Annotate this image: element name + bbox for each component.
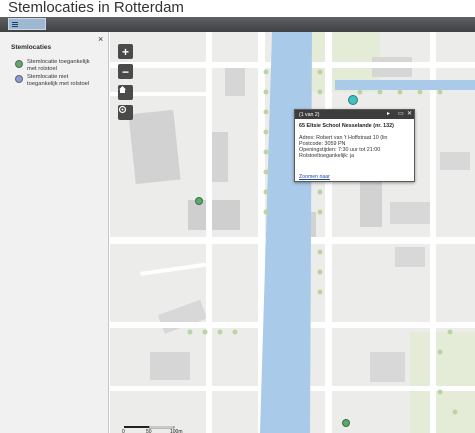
home-icon [119,86,126,93]
list-icon [12,21,18,27]
locate-icon [118,105,127,114]
scale-bar: 0 50 100m [122,426,194,433]
legend-panel: × Stemlocaties Stemlocatie toegankelijk … [0,32,109,433]
feature-popup: (1 van 2) ▸ ▭ ✕ 65 Eltsie School Nessela… [294,109,415,182]
locate-button[interactable] [118,105,133,120]
blue-dot-icon [15,75,23,83]
close-icon[interactable]: ✕ [407,110,412,119]
popup-counter: (1 van 2) [299,111,320,118]
legend-toggle-button[interactable] [8,18,46,30]
scale-label: 50 [146,429,152,433]
map-basemap [110,32,475,433]
scale-bar-ruler [124,426,175,429]
legend-title: Stemlocaties [11,44,52,51]
legend-item-label: Stemlocatie niet toegankelijk met rolsto… [27,74,90,87]
polling-station-marker[interactable] [342,419,350,427]
popup-accessibility: Rolstoeltoegankelijk: ja [299,153,355,159]
scale-label: 0 [122,429,125,433]
toolbar [0,17,475,32]
zoom-in-button[interactable]: + [118,44,133,59]
polling-station-marker[interactable] [195,197,203,205]
popup-header: (1 van 2) ▸ ▭ ✕ [295,110,414,119]
maximize-icon[interactable]: ▭ [398,110,404,119]
app-title: Stemlocaties in Rotterdam [8,0,184,16]
map-canvas[interactable]: + − (1 van 2) ▸ ▭ ✕ 65 Eltsie School Nes… [110,32,475,433]
scale-label: 100m [170,429,183,433]
legend-item-accessible: Stemlocatie toegankelijk met rolstoel [15,59,97,73]
selected-marker[interactable] [348,95,358,105]
next-feature-icon[interactable]: ▸ [387,110,390,119]
green-dot-icon [15,60,23,68]
popup-title: 65 Eltsie School Nesselande (nr. 132) [299,123,394,129]
zoom-to-link[interactable]: Zoomen naar [299,174,330,180]
legend-item-label: Stemlocatie toegankelijk met rolstoel [27,59,90,72]
zoom-out-button[interactable]: − [118,64,133,79]
close-icon[interactable]: × [98,35,103,44]
home-button[interactable] [118,85,133,100]
legend-item-not-accessible: Stemlocatie niet toegankelijk met rolsto… [15,74,97,88]
